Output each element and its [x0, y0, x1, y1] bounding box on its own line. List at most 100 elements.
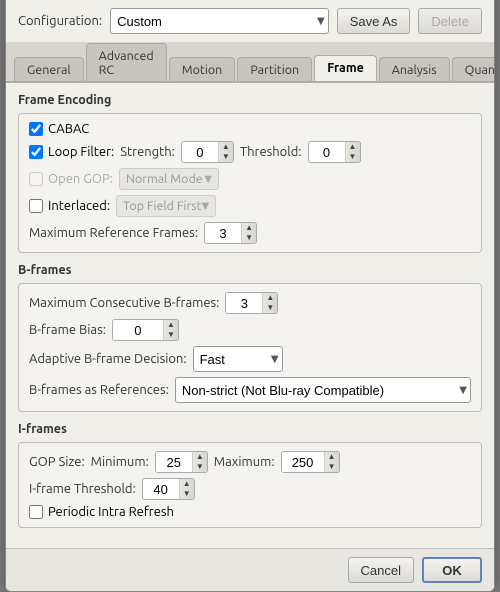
gop-min-label: Minimum:: [91, 455, 149, 469]
bias-input[interactable]: [113, 320, 163, 340]
periodic-checkbox[interactable]: [29, 505, 43, 519]
tab-frame[interactable]: Frame: [314, 55, 377, 82]
periodic-label[interactable]: Periodic Intra Refresh: [29, 505, 174, 519]
open-gop-checkbox: [29, 172, 43, 186]
max-ref-spin-btns: ▲ ▼: [241, 223, 256, 243]
gop-max-up-button[interactable]: ▲: [325, 452, 339, 462]
gop-min-down-button[interactable]: ▼: [193, 462, 207, 472]
threshold-spinner: ▲ ▼: [308, 141, 361, 163]
ok-button[interactable]: OK: [422, 557, 482, 583]
max-ref-down-button[interactable]: ▼: [242, 233, 256, 243]
threshold-up-button[interactable]: ▲: [346, 142, 360, 152]
config-label: Configuration:: [18, 14, 102, 28]
max-ref-input[interactable]: [205, 223, 241, 243]
gop-max-spin-btns: ▲ ▼: [324, 452, 339, 472]
open-gop-label: Open GOP:: [29, 172, 113, 186]
bias-label: B-frame Bias:: [29, 323, 106, 337]
loop-filter-label[interactable]: Loop Filter:: [29, 145, 114, 159]
iframes-box: GOP Size: Minimum: ▲ ▼ Maximum: ▲: [18, 442, 482, 528]
iframe-threshold-spinner: ▲ ▼: [142, 478, 195, 500]
cabac-checkbox[interactable]: [29, 122, 43, 136]
iframe-threshold-spin-btns: ▲ ▼: [179, 479, 194, 499]
as-refs-row: B-frames as References: Non-strict (Not …: [29, 377, 471, 403]
max-consec-spinner: ▲ ▼: [225, 292, 278, 314]
strength-down-button[interactable]: ▼: [219, 152, 233, 162]
frame-encoding-box: CABAC Loop Filter: Strength: ▲ ▼: [18, 113, 482, 253]
tab-quantise[interactable]: Quantise: [452, 57, 494, 82]
tab-general[interactable]: General: [14, 57, 84, 82]
iframes-title: I-frames: [18, 422, 482, 436]
strength-spinner: ▲ ▼: [181, 141, 234, 163]
bias-row: B-frame Bias: ▲ ▼: [29, 319, 471, 341]
adaptive-combo-wrapper: Fast Normal Off ▼: [193, 346, 283, 372]
tabs-bar: General Advanced RC Motion Partition Fra…: [6, 42, 494, 83]
gop-min-spin-btns: ▲ ▼: [192, 452, 207, 472]
tab-analysis[interactable]: Analysis: [379, 57, 450, 82]
config-combo-wrapper: Custom ▼: [110, 8, 329, 34]
gop-size-row: GOP Size: Minimum: ▲ ▼ Maximum: ▲: [29, 451, 471, 473]
save-as-button[interactable]: Save As: [337, 8, 411, 34]
max-consec-spin-btns: ▲ ▼: [262, 293, 277, 313]
as-refs-combo-wrapper: Non-strict (Not Blu-ray Compatible) Stri…: [175, 377, 471, 403]
iframe-threshold-label: I-frame Threshold:: [29, 482, 136, 496]
bias-spin-btns: ▲ ▼: [163, 320, 178, 340]
iframe-threshold-up-button[interactable]: ▲: [180, 479, 194, 489]
threshold-input[interactable]: [309, 142, 345, 162]
gop-max-label: Maximum:: [214, 455, 275, 469]
max-consec-up-button[interactable]: ▲: [263, 293, 277, 303]
threshold-label: Threshold:: [240, 145, 302, 159]
gop-max-input[interactable]: [282, 452, 324, 472]
open-gop-row: Open GOP: Normal Mode ▼: [29, 168, 471, 190]
gop-size-label: GOP Size:: [29, 455, 85, 469]
open-gop-arrow-icon: ▼: [204, 173, 212, 185]
interlaced-arrow-icon: ▼: [202, 200, 210, 212]
max-consec-input[interactable]: [226, 293, 262, 313]
max-ref-spinner: ▲ ▼: [204, 222, 257, 244]
gop-max-spinner: ▲ ▼: [281, 451, 340, 473]
strength-spin-btns: ▲ ▼: [218, 142, 233, 162]
gop-min-input[interactable]: [156, 452, 192, 472]
strength-input[interactable]: [182, 142, 218, 162]
adaptive-row: Adaptive B-frame Decision: Fast Normal O…: [29, 346, 471, 372]
delete-button[interactable]: Delete: [418, 8, 482, 34]
max-ref-label: Maximum Reference Frames:: [29, 226, 198, 240]
bframes-title: B-frames: [18, 263, 482, 277]
max-consec-label: Maximum Consecutive B-frames:: [29, 296, 219, 310]
frame-encoding-section: Frame Encoding CABAC Loop Filter: Streng…: [18, 93, 482, 253]
interlaced-combo: Top Field First ▼: [116, 195, 216, 217]
content-area: Frame Encoding CABAC Loop Filter: Streng…: [6, 83, 494, 548]
tab-advanced-rc[interactable]: Advanced RC: [86, 43, 167, 82]
loop-filter-checkbox[interactable]: [29, 145, 43, 159]
strength-label: Strength:: [120, 145, 175, 159]
gop-min-up-button[interactable]: ▲: [193, 452, 207, 462]
strength-up-button[interactable]: ▲: [219, 142, 233, 152]
loop-filter-row: Loop Filter: Strength: ▲ ▼ Threshold:: [29, 141, 471, 163]
adaptive-label: Adaptive B-frame Decision:: [29, 352, 187, 366]
bias-down-button[interactable]: ▼: [164, 330, 178, 340]
config-dropdown[interactable]: Custom: [110, 8, 329, 34]
max-consec-down-button[interactable]: ▼: [263, 303, 277, 313]
interlaced-label[interactable]: Interlaced:: [29, 199, 110, 213]
iframe-threshold-input[interactable]: [143, 479, 179, 499]
cabac-row: CABAC: [29, 122, 471, 136]
bias-spinner: ▲ ▼: [112, 319, 179, 341]
max-ref-up-button[interactable]: ▲: [242, 223, 256, 233]
threshold-down-button[interactable]: ▼: [346, 152, 360, 162]
cabac-label[interactable]: CABAC: [29, 122, 89, 136]
as-refs-label: B-frames as References:: [29, 383, 169, 397]
bframes-section: B-frames Maximum Consecutive B-frames: ▲…: [18, 263, 482, 412]
gop-max-down-button[interactable]: ▼: [325, 462, 339, 472]
tab-partition[interactable]: Partition: [237, 57, 312, 82]
footer: Cancel OK: [6, 548, 494, 591]
iframe-threshold-down-button[interactable]: ▼: [180, 489, 194, 499]
cancel-button[interactable]: Cancel: [348, 557, 414, 583]
tab-motion[interactable]: Motion: [169, 57, 236, 82]
adaptive-dropdown[interactable]: Fast Normal Off: [193, 346, 283, 372]
bias-up-button[interactable]: ▲: [164, 320, 178, 330]
iframes-section: I-frames GOP Size: Minimum: ▲ ▼ Maximum:: [18, 422, 482, 528]
max-ref-row: Maximum Reference Frames: ▲ ▼: [29, 222, 471, 244]
config-row: Configuration: Custom ▼ Save As Delete: [6, 0, 494, 42]
main-window: x264 Configuraton ✕ Configuration: Custo…: [5, 0, 495, 592]
as-refs-dropdown[interactable]: Non-strict (Not Blu-ray Compatible) Stri…: [175, 377, 471, 403]
interlaced-checkbox[interactable]: [29, 199, 43, 213]
